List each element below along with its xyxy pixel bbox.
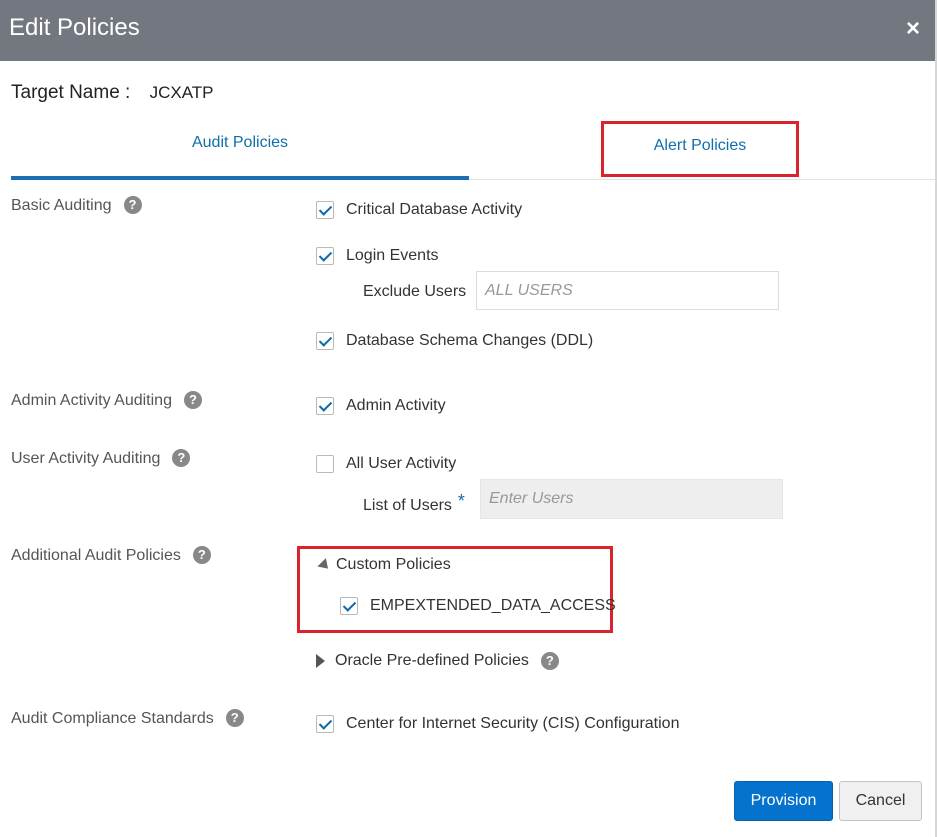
checkbox-icon[interactable] xyxy=(316,247,334,265)
login-events-option[interactable]: Login Events xyxy=(316,247,439,265)
all-user-activity-option[interactable]: All User Activity xyxy=(316,455,456,473)
collapsed-triangle-icon xyxy=(316,654,325,668)
tab-audit-policies[interactable]: Audit Policies xyxy=(11,133,469,173)
admin-activity-label: Admin Activity xyxy=(346,397,446,414)
target-name: Target Name : JCXATP xyxy=(11,82,214,104)
checkbox-icon[interactable] xyxy=(340,597,358,615)
list-of-users-text: List of Users xyxy=(363,497,452,514)
list-of-users-input[interactable]: Enter Users xyxy=(480,479,783,519)
critical-db-activity-option[interactable]: Critical Database Activity xyxy=(316,201,522,219)
close-icon[interactable]: × xyxy=(902,14,924,44)
ddl-option[interactable]: Database Schema Changes (DDL) xyxy=(316,332,593,350)
critical-db-activity-label: Critical Database Activity xyxy=(346,201,523,218)
checkbox-icon[interactable] xyxy=(316,332,334,350)
target-name-value: JCXATP xyxy=(149,83,214,102)
provision-button[interactable]: Provision xyxy=(734,781,833,821)
expanded-triangle-icon xyxy=(317,557,333,573)
empextended-option[interactable]: EMPEXTENDED_DATA_ACCESS xyxy=(340,597,616,615)
all-user-activity-label: All User Activity xyxy=(346,455,457,472)
custom-policies-label: Custom Policies xyxy=(336,556,451,573)
exclude-users-input[interactable]: ALL USERS xyxy=(476,271,779,310)
tab-alert-policies[interactable]: Alert Policies xyxy=(601,121,799,177)
dialog-titlebar xyxy=(0,0,935,61)
empextended-label: EMPEXTENDED_DATA_ACCESS xyxy=(370,597,616,614)
predefined-policies-toggle[interactable]: Oracle Pre-defined Policies? xyxy=(316,652,559,670)
help-icon[interactable]: ? xyxy=(192,546,211,564)
user-activity-auditing-text: User Activity Auditing xyxy=(11,450,161,467)
user-activity-auditing-label: User Activity Auditing? xyxy=(11,449,191,468)
list-of-users-label: List of Users * xyxy=(363,491,465,515)
cancel-button[interactable]: Cancel xyxy=(839,781,922,821)
exclude-users-label: Exclude Users xyxy=(363,283,467,300)
admin-activity-auditing-label: Admin Activity Auditing? xyxy=(11,391,202,410)
tab-active-indicator xyxy=(11,176,469,180)
login-events-label: Login Events xyxy=(346,247,439,264)
audit-compliance-text: Audit Compliance Standards xyxy=(11,710,214,727)
help-icon[interactable]: ? xyxy=(225,709,244,727)
help-icon[interactable]: ? xyxy=(540,652,559,670)
help-icon[interactable]: ? xyxy=(123,196,142,214)
help-icon[interactable]: ? xyxy=(172,449,191,467)
help-icon[interactable]: ? xyxy=(183,391,202,409)
checkbox-icon[interactable] xyxy=(316,201,334,219)
basic-auditing-text: Basic Auditing xyxy=(11,197,112,214)
required-marker: * xyxy=(457,491,465,511)
ddl-label: Database Schema Changes (DDL) xyxy=(346,332,594,349)
cis-option[interactable]: Center for Internet Security (CIS) Confi… xyxy=(316,715,679,733)
dialog-title: Edit Policies xyxy=(9,14,140,41)
checkbox-icon[interactable] xyxy=(316,715,334,733)
audit-compliance-label: Audit Compliance Standards? xyxy=(11,709,244,728)
additional-audit-policies-text: Additional Audit Policies xyxy=(11,547,181,564)
admin-activity-option[interactable]: Admin Activity xyxy=(316,397,446,415)
checkbox-icon[interactable] xyxy=(316,397,334,415)
custom-policies-toggle[interactable]: Custom Policies xyxy=(316,556,451,574)
checkbox-icon[interactable] xyxy=(316,455,334,473)
target-name-label: Target Name : xyxy=(11,82,131,103)
additional-audit-policies-label: Additional Audit Policies? xyxy=(11,546,211,565)
basic-auditing-label: Basic Auditing? xyxy=(11,196,142,215)
predefined-policies-label: Oracle Pre-defined Policies xyxy=(335,652,529,669)
cis-label: Center for Internet Security (CIS) Confi… xyxy=(346,715,680,732)
admin-activity-auditing-text: Admin Activity Auditing xyxy=(11,392,172,409)
